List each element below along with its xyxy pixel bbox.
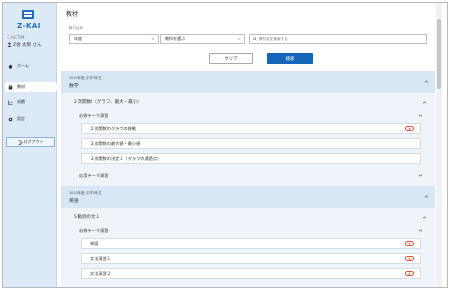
list-item[interactable]: 文法演習１ 未 <box>81 253 421 264</box>
sidebar-item-home[interactable]: ホーム <box>5 61 57 71</box>
subject-name: 数学 <box>69 84 79 89</box>
list-item-label: ２次関数の最大値・最小値 <box>90 140 141 146</box>
list-item[interactable]: ２次関数の決定１（グラフの通過点） <box>81 153 421 164</box>
list-item-label: 単語 <box>90 240 99 246</box>
status-badge: 未 <box>405 241 414 246</box>
subject-header[interactable]: 2020年度_中学3年生 英語 <box>61 186 435 208</box>
list-item-label: 文法演習１ <box>90 255 111 261</box>
list-item[interactable]: ２次関数のグラフの移動 未 <box>81 123 421 134</box>
sidebar: Z-KAI こんにちは Z会 太郎 さん ホーム 教材 成績 設定 ログアウト <box>3 3 57 287</box>
group-label: 必修テーマ演習 <box>79 113 109 118</box>
list-item[interactable]: 単語 未 <box>81 238 421 249</box>
subject-header[interactable]: 2020年度_中学3年生 数学 <box>61 71 435 93</box>
vertical-scrollbar[interactable] <box>436 3 442 287</box>
list-item-label: 文法演習２ <box>90 270 111 276</box>
status-badge: 未 <box>405 126 414 131</box>
main-content: 教材 絞り込み 年度 教科を選ぶ クリア 検索 2020年度_中学3年生 数学 … <box>57 3 443 287</box>
chevron-up-icon <box>424 195 429 198</box>
subject-body: Ｓ動詞の文１ 必修テーマ演習 単語 未 文法演習１ 未 文法演習２ 未 <box>61 208 435 287</box>
user-name: Z会 太郎 さん <box>13 42 42 48</box>
search-field[interactable] <box>249 34 427 44</box>
chevron-up-icon <box>424 80 429 83</box>
logout-label: ログアウト <box>23 139 44 144</box>
gear-icon <box>8 117 13 121</box>
page-title: 教材 <box>66 11 79 18</box>
sidebar-item-label: 成績 <box>17 99 25 104</box>
chevron-down-icon <box>151 38 155 40</box>
logout-button[interactable]: ログアウト <box>6 137 55 147</box>
logout-icon <box>17 139 23 145</box>
year-select[interactable]: 年度 <box>69 34 159 44</box>
clear-button[interactable]: クリア <box>209 53 253 64</box>
chevron-up-icon[interactable] <box>422 100 427 105</box>
subject-name: 英語 <box>69 199 79 204</box>
sidebar-item-settings[interactable]: 設定 <box>5 114 57 124</box>
unit-title: Ｓ動詞の文１ <box>73 215 100 220</box>
scrollbar-thumb[interactable] <box>437 19 441 89</box>
search-icon <box>253 37 257 41</box>
chevron-down-icon <box>237 38 241 40</box>
chevron-up-icon[interactable] <box>422 215 427 220</box>
user-icon <box>7 42 12 47</box>
list-item[interactable]: ２次関数の最大値・最小値 <box>81 138 421 149</box>
sidebar-item-materials[interactable]: 教材 <box>5 82 57 92</box>
search-button[interactable]: 検索 <box>267 53 313 64</box>
sidebar-item-label: 教材 <box>17 84 25 89</box>
logo-icon <box>22 10 34 19</box>
user-row: Z会 太郎 さん <box>7 41 55 48</box>
chart-icon <box>8 100 13 105</box>
chevron-up-icon[interactable] <box>418 113 423 118</box>
filter-label: 絞り込み <box>69 26 83 30</box>
group-label: 必修テーマ演習 <box>79 228 109 233</box>
group-label: 応用テーマ演習 <box>79 173 109 178</box>
search-input[interactable] <box>259 37 419 41</box>
unit-title: ２次関数Ⅰ（グラフ、最大・最小） <box>73 100 142 105</box>
sidebar-item-label: 設定 <box>17 116 25 121</box>
sidebar-item-label: ホーム <box>17 63 29 68</box>
chevron-down-icon[interactable] <box>418 173 423 178</box>
chevron-up-icon[interactable] <box>418 228 423 233</box>
subject-select[interactable]: 教科を選ぶ <box>160 34 245 44</box>
list-item[interactable]: 文法演習２ 未 <box>81 268 421 279</box>
sidebar-item-results[interactable]: 成績 <box>5 97 57 107</box>
subject-meta: 2020年度_中学3年生 <box>69 76 102 80</box>
list-item-label: ２次関数のグラフの移動 <box>90 125 137 131</box>
welcome-label: こんにちは <box>7 35 25 39</box>
book-icon <box>8 85 13 89</box>
home-icon <box>8 64 13 68</box>
status-badge: 未 <box>405 256 414 261</box>
subject-meta: 2020年度_中学3年生 <box>69 191 102 195</box>
subject-select-value: 教科を選ぶ <box>165 36 185 41</box>
status-badge: 未 <box>405 271 414 276</box>
logo-text: Z-KAI <box>17 22 41 30</box>
year-select-value: 年度 <box>74 36 82 41</box>
list-item-label: ２次関数の決定１（グラフの通過点） <box>90 155 162 161</box>
subject-body: ２次関数Ⅰ（グラフ、最大・最小） 必修テーマ演習 ２次関数のグラフの移動 未 ２… <box>61 93 435 188</box>
